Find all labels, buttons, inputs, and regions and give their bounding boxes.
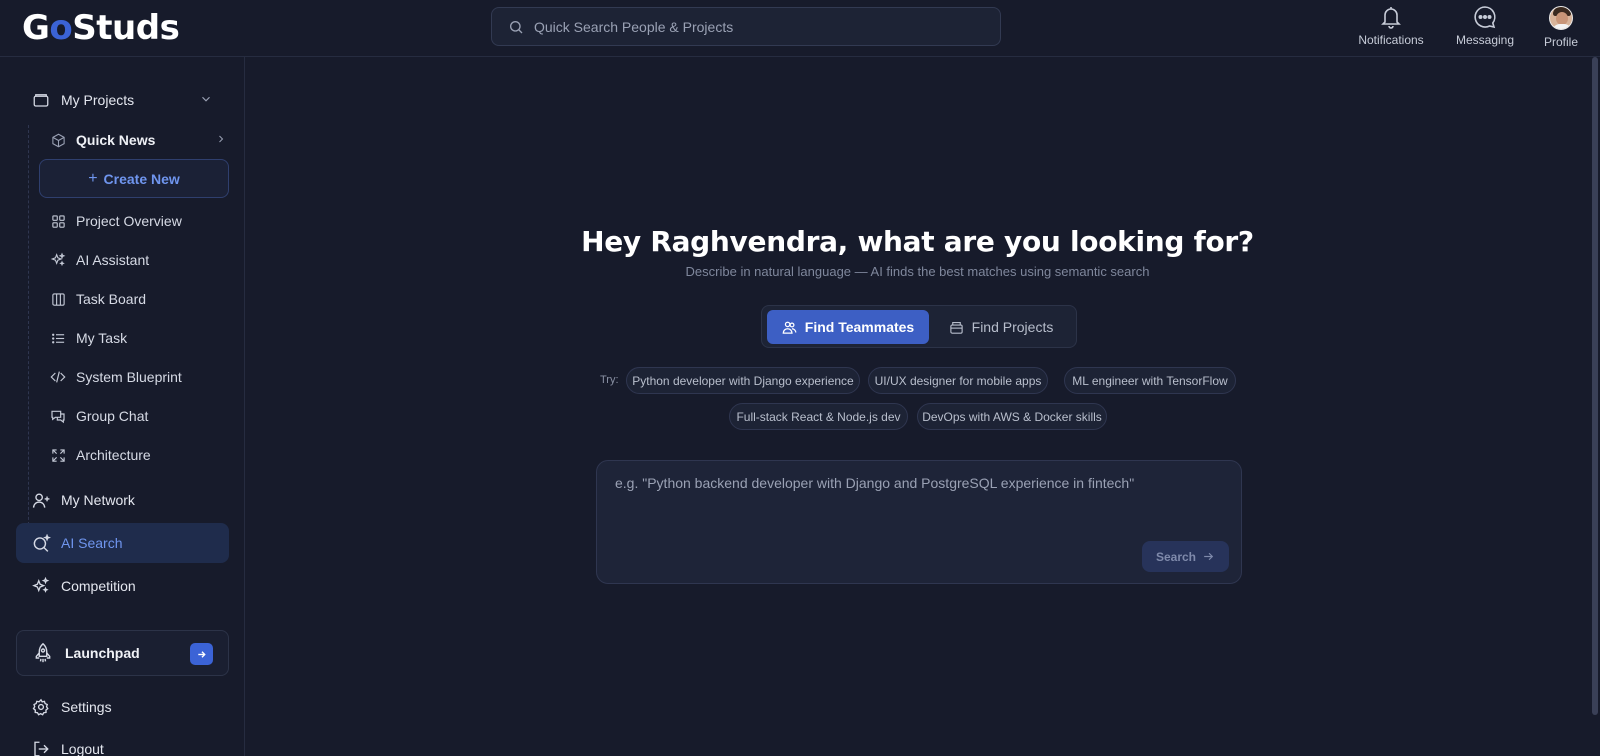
launchpad-label: Launchpad — [65, 645, 140, 661]
sidebar-item-competition[interactable]: Competition — [16, 566, 229, 606]
sidebar-item-label: AI Search — [61, 535, 123, 551]
chevron-down-icon[interactable] — [199, 92, 213, 106]
sidebar-item-task-board[interactable]: Task Board — [50, 281, 146, 317]
profile-button[interactable]: Profile — [1516, 4, 1600, 49]
sidebar-item-label: System Blueprint — [76, 369, 182, 385]
list-icon — [50, 330, 66, 346]
try-label: Try: — [600, 374, 619, 386]
expand-icon — [50, 447, 66, 463]
gear-icon — [31, 697, 51, 717]
profile-label: Profile — [1543, 35, 1578, 49]
sidebar-item-label: Architecture — [76, 447, 151, 463]
sidebar-item-label: My Network — [61, 492, 135, 508]
top-bar: GoStuds Notifications Messaging Profile — [0, 0, 1600, 57]
tab-label: Find Projects — [971, 319, 1054, 335]
sidebar-item-label: Logout — [61, 741, 104, 756]
sidebar-item-label: Task Board — [76, 291, 147, 307]
project-label: Quick News — [76, 132, 156, 148]
sidebar-item-ai-assistant[interactable]: AI Assistant — [50, 242, 149, 278]
suggestion-chip[interactable]: DevOps with AWS & Docker skills — [917, 403, 1107, 430]
chat-bubble-icon — [1472, 4, 1498, 30]
arrow-right-icon[interactable] — [190, 643, 213, 665]
find-projects-tab[interactable]: Find Projects — [930, 310, 1072, 344]
suggestion-chip[interactable]: Python developer with Django experience — [626, 367, 860, 394]
sidebar-item-label: Project Overview — [76, 213, 182, 229]
avatar — [1549, 6, 1573, 30]
folder-icon — [31, 90, 51, 110]
ai-search-icon — [31, 533, 51, 553]
page-scrollbar[interactable] — [1590, 57, 1600, 715]
sidebar-item-my-task[interactable]: My Task — [50, 320, 127, 356]
page-subtitle: Describe in natural language — AI finds … — [685, 264, 1150, 279]
add-user-icon — [31, 490, 51, 510]
sidebar-item-label: Group Chat — [76, 408, 149, 424]
suggestion-chip[interactable]: ML engineer with TensorFlow — [1064, 367, 1236, 394]
users-icon — [782, 320, 797, 335]
sidebar-item-settings[interactable]: Settings — [16, 687, 229, 727]
project-quick-news[interactable]: Quick News — [50, 122, 224, 158]
scrollbar-thumb[interactable] — [1592, 57, 1598, 715]
sidebar-item-ai-search[interactable]: AI Search — [16, 523, 229, 563]
page-title: Hey Raghvendra, what are you looking for… — [581, 225, 1254, 258]
quick-search-bar[interactable] — [491, 7, 1001, 46]
plus-icon: + — [88, 169, 98, 187]
tab-label: Find Teammates — [804, 319, 915, 335]
sidebar: My Projects Quick News + Create New Proj… — [0, 57, 245, 756]
sparkle-icon — [31, 576, 51, 596]
cube-icon — [50, 132, 66, 148]
sidebar-item-my-projects[interactable]: My Projects — [16, 80, 229, 120]
sidebar-item-project-overview[interactable]: Project Overview — [50, 203, 182, 239]
sidebar-item-architecture[interactable]: Architecture — [50, 437, 151, 473]
main-content: Hey Raghvendra, what are you looking for… — [245, 57, 1600, 756]
suggestion-chip[interactable]: Full-stack React & Node.js dev — [729, 403, 908, 430]
arrow-right-icon — [1202, 550, 1215, 563]
sidebar-item-my-network[interactable]: My Network — [16, 480, 229, 520]
sidebar-item-system-blueprint[interactable]: System Blueprint — [50, 359, 182, 395]
notifications-button[interactable]: Notifications — [1346, 4, 1436, 47]
bell-icon — [1379, 4, 1403, 30]
code-icon — [50, 369, 66, 385]
search-mode-toggle: Find Teammates Find Projects — [761, 305, 1077, 348]
search-icon — [508, 19, 524, 35]
chevron-right-icon — [215, 133, 227, 145]
sidebar-item-label: Settings — [61, 699, 112, 715]
sidebar-item-label: AI Assistant — [76, 252, 150, 268]
suggestion-chip[interactable]: UI/UX designer for mobile apps — [868, 367, 1048, 394]
sidebar-item-label: My Projects — [61, 92, 135, 108]
notifications-label: Notifications — [1358, 33, 1424, 47]
create-new-label: Create New — [103, 170, 180, 187]
sidebar-item-group-chat[interactable]: Group Chat — [50, 398, 148, 434]
find-teammates-tab[interactable]: Find Teammates — [767, 310, 929, 344]
semantic-search-box: Search — [596, 460, 1242, 584]
folder-icon — [949, 320, 964, 335]
messaging-label: Messaging — [1455, 33, 1515, 47]
sidebar-item-label: My Task — [76, 330, 128, 346]
rocket-icon — [33, 642, 53, 664]
app-logo[interactable]: GoStuds — [22, 8, 180, 48]
tree-connector — [28, 125, 29, 535]
launchpad-card[interactable]: Launchpad — [16, 630, 229, 676]
create-new-button[interactable]: + Create New — [39, 159, 229, 198]
sidebar-item-logout[interactable]: Logout — [16, 729, 229, 756]
grid-icon — [50, 213, 66, 229]
quick-search-input[interactable] — [534, 18, 974, 35]
query-input[interactable] — [615, 475, 1215, 535]
sparkles-icon — [50, 252, 66, 268]
search-button[interactable]: Search — [1142, 541, 1229, 572]
chat-icon — [50, 408, 66, 424]
sidebar-item-label: Competition — [61, 578, 136, 594]
search-button-label: Search — [1155, 549, 1197, 564]
logout-icon — [31, 739, 51, 756]
columns-icon — [50, 291, 66, 307]
